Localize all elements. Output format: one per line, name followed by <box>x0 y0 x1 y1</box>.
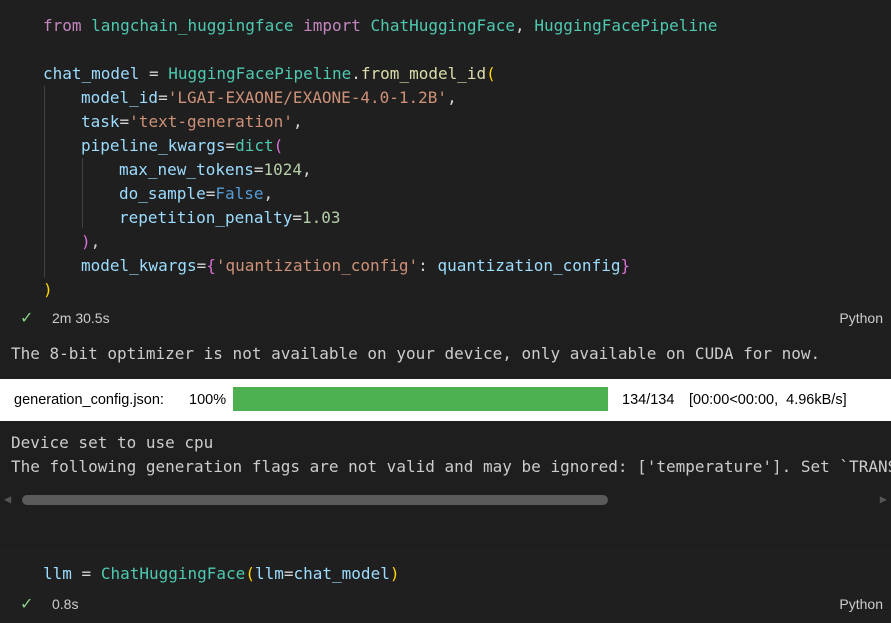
code-token: langchain_huggingface <box>91 16 294 35</box>
progress-bar-track <box>233 387 608 411</box>
code-token: chat_model <box>43 64 140 83</box>
code-token: import <box>303 16 361 35</box>
code-token: from <box>43 16 82 35</box>
check-icon: ✓ <box>20 310 34 327</box>
language-selector[interactable]: Python <box>839 310 883 326</box>
scroll-right-icon[interactable]: ▶ <box>880 492 887 506</box>
code-line-11: model_kwargs={'quantization_config': qua… <box>81 256 631 275</box>
code-line-12: ) <box>43 280 53 299</box>
scrollbar-thumb[interactable] <box>22 495 608 505</box>
code-line-6: pipeline_kwargs=dict( <box>81 136 284 155</box>
code-line-1: from langchain_huggingface import ChatHu… <box>43 16 718 35</box>
language-selector[interactable]: Python <box>839 596 883 612</box>
check-icon: ✓ <box>20 596 34 613</box>
cell-status-bar: ✓ 0.8s Python <box>0 590 891 618</box>
code-cell-1[interactable]: from langchain_huggingface import ChatHu… <box>0 0 891 333</box>
code-line-8: do_sample=False, <box>119 184 274 203</box>
progress-bar-fill <box>233 387 608 411</box>
scroll-left-icon[interactable]: ◀ <box>4 492 11 506</box>
output-device-text: Device set to use cpu <box>11 433 214 452</box>
indent-guide <box>44 86 45 278</box>
execution-time: 2m 30.5s <box>52 310 110 326</box>
code-token: from_model_id <box>360 64 487 83</box>
progress-filename: generation_config.json: <box>14 392 164 408</box>
code-line-4: model_id='LGAI-EXAONE/EXAONE-4.0-1.2B', <box>81 88 457 107</box>
code-token: HuggingFacePipeline <box>534 16 718 35</box>
code-line-10: ), <box>81 232 101 251</box>
cell-status-bar: ✓ 2m 30.5s Python <box>0 304 891 332</box>
progress-count: 134/134 <box>622 392 675 408</box>
code-line-5: task='text-generation', <box>81 112 303 131</box>
progress-percent: 100% <box>189 392 227 408</box>
code-token: HuggingFacePipeline <box>168 64 352 83</box>
output-warning-text: The 8-bit optimizer is not available on … <box>11 344 821 363</box>
code-line-3: chat_model = HuggingFacePipeline.from_mo… <box>43 64 496 83</box>
execution-time: 0.8s <box>52 596 79 612</box>
output-flags-text: The following generation flags are not v… <box>11 457 891 476</box>
code-line-1: llm = ChatHuggingFace(llm=chat_model) <box>43 564 400 583</box>
code-cell-2[interactable]: llm = ChatHuggingFace(llm=chat_model) ✓ … <box>0 548 891 623</box>
horizontal-scrollbar[interactable]: ◀ ▶ <box>0 490 891 510</box>
progress-timing: [00:00<00:00, 4.96kB/s] <box>689 392 847 408</box>
download-progress-row: generation_config.json: 100% 134/134 [00… <box>0 379 891 421</box>
code-token: ChatHuggingFace <box>370 16 516 35</box>
indent-guide <box>82 158 83 228</box>
code-line-9: repetition_penalty=1.03 <box>119 208 341 227</box>
code-line-7: max_new_tokens=1024, <box>119 160 312 179</box>
